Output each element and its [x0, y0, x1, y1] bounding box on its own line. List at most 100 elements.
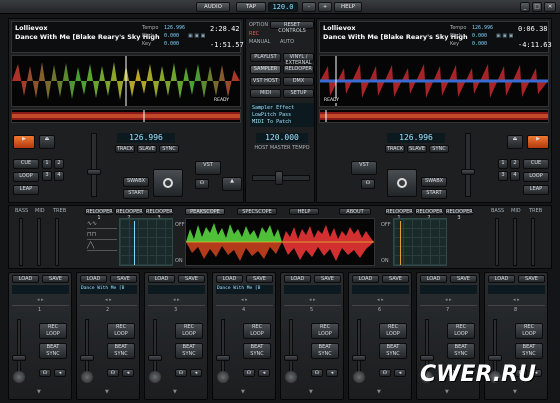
- bpm-plus-button[interactable]: +: [318, 2, 332, 12]
- channel-rec-loop-button[interactable]: REC LOOP: [107, 323, 135, 339]
- eq-right-bass-slider[interactable]: [495, 218, 499, 266]
- channel-save-button[interactable]: SAVE: [450, 275, 477, 283]
- specscope-tab[interactable]: SPECSCOPE: [237, 208, 277, 215]
- channel-volume-handle[interactable]: [216, 355, 230, 361]
- right-relooper-3-tab[interactable]: RELOOPER 3: [445, 208, 473, 221]
- deck-right-track-button[interactable]: TRACK: [385, 145, 405, 153]
- deck-left-slave-button[interactable]: SLAVE: [137, 145, 157, 153]
- channel-arrows-icon[interactable]: ◂ ▸: [513, 297, 520, 303]
- eq-left-mid-slider[interactable]: [37, 218, 41, 266]
- channel-volume-handle[interactable]: [284, 355, 298, 361]
- channel-arrows-icon[interactable]: ◂ ▸: [241, 297, 248, 303]
- triangle-shape-icon[interactable]: ╱╲: [87, 242, 117, 251]
- channel-beat-sync-button[interactable]: BEAT SYNC: [515, 343, 543, 359]
- right-relooper-1-tab[interactable]: RELOOPER 1: [385, 208, 413, 221]
- channel-arrows-icon[interactable]: ◂ ▸: [37, 297, 44, 303]
- channel-volume-slider[interactable]: [289, 319, 293, 373]
- menu-sampler-button[interactable]: SAMPLER: [250, 65, 281, 74]
- deck-right-scratch-button[interactable]: [387, 169, 417, 197]
- channel-play-knob[interactable]: [353, 371, 365, 383]
- menu-vst-host-button[interactable]: VST HOST: [250, 77, 281, 86]
- menu-playlist-button[interactable]: PLAYLIST: [250, 53, 281, 62]
- reset-controls-button[interactable]: RESET CONTROLS: [270, 21, 314, 34]
- deck-left-scratch-button[interactable]: [153, 169, 183, 197]
- channel-beat-sync-button[interactable]: BEAT SYNC: [39, 343, 67, 359]
- channel-headphone-button[interactable]: ☊: [107, 369, 119, 377]
- deck-left-vst-button[interactable]: VST: [195, 161, 221, 175]
- channel-rec-loop-button[interactable]: REC LOOP: [447, 323, 475, 339]
- deck-right-pitch-slider-handle[interactable]: [461, 169, 475, 175]
- maximize-button[interactable]: □: [532, 2, 542, 12]
- deck-left-sync-button[interactable]: SYNC: [159, 145, 179, 153]
- deck-right-pad-2[interactable]: 2: [510, 159, 520, 169]
- channel-volume-handle[interactable]: [352, 355, 366, 361]
- deck-right-waveform[interactable]: READY: [319, 55, 549, 107]
- wave-shape-icon[interactable]: ∿∿: [87, 220, 117, 229]
- eq-right-mid-slider[interactable]: [513, 218, 517, 266]
- deck-left-pad-2[interactable]: 2: [54, 159, 64, 169]
- channel-headphone-button[interactable]: ☊: [175, 369, 187, 377]
- channel-arrows-icon[interactable]: ◂ ▸: [173, 297, 180, 303]
- deck-right-swab-button[interactable]: SWABX: [421, 177, 447, 187]
- peakscope-tab[interactable]: PEAKSCOPE: [185, 208, 225, 215]
- channel-beat-sync-button[interactable]: BEAT SYNC: [243, 343, 271, 359]
- deck-left-swab-button[interactable]: SWABX: [123, 177, 149, 187]
- channel-play-knob[interactable]: [13, 371, 25, 383]
- channel-save-button[interactable]: SAVE: [42, 275, 69, 283]
- channel-save-button[interactable]: SAVE: [382, 275, 409, 283]
- deck-left-track-button[interactable]: TRACK: [115, 145, 135, 153]
- channel-rec-loop-button[interactable]: REC LOOP: [39, 323, 67, 339]
- deck-right-start-button[interactable]: START: [421, 189, 447, 199]
- channel-speaker-button[interactable]: ◂: [394, 369, 406, 377]
- channel-load-button[interactable]: LOAD: [216, 275, 243, 283]
- channel-save-button[interactable]: SAVE: [518, 275, 545, 283]
- channel-load-button[interactable]: LOAD: [80, 275, 107, 283]
- channel-arrows-icon[interactable]: ◂ ▸: [105, 297, 112, 303]
- channel-volume-handle[interactable]: [12, 355, 26, 361]
- left-relooper-1-tab[interactable]: RELOOPER 1: [85, 208, 113, 221]
- crossfader-handle[interactable]: [275, 171, 283, 185]
- menu-dmx-button[interactable]: DMX: [283, 77, 314, 86]
- square-shape-icon[interactable]: ⊓⊓: [87, 231, 117, 240]
- channel-headphone-button[interactable]: ☊: [379, 369, 391, 377]
- channel-speaker-button[interactable]: ◂: [326, 369, 338, 377]
- deck-right-loop-button[interactable]: LOOP: [523, 172, 549, 182]
- deck-right-vst-button[interactable]: VST: [351, 161, 377, 175]
- deck-right-pad-3[interactable]: 3: [498, 171, 508, 181]
- deck-right-pad-1[interactable]: 1: [498, 159, 508, 169]
- deck-left-start-button[interactable]: START: [123, 189, 149, 199]
- channel-headphone-button[interactable]: ☊: [39, 369, 51, 377]
- channel-load-button[interactable]: LOAD: [284, 275, 311, 283]
- deck-right-pad-4[interactable]: 4: [510, 171, 520, 181]
- left-assign-button[interactable]: ▲: [222, 177, 242, 191]
- deck-left-pitch-slider-handle[interactable]: [87, 169, 101, 175]
- deck-left-pad-4[interactable]: 4: [54, 171, 64, 181]
- channel-save-button[interactable]: SAVE: [314, 275, 341, 283]
- audio-button[interactable]: AUDIO: [196, 2, 230, 12]
- eq-left-treb-slider[interactable]: [55, 218, 59, 266]
- deck-right-cue-button[interactable]: CUE: [523, 159, 549, 169]
- eq-right-treb-slider[interactable]: [531, 218, 535, 266]
- deck-left-headphone-button[interactable]: ☊: [195, 179, 209, 189]
- channel-save-button[interactable]: SAVE: [110, 275, 137, 283]
- channel-load-button[interactable]: LOAD: [148, 275, 175, 283]
- deck-left-waveform[interactable]: READY: [11, 55, 241, 107]
- channel-speaker-button[interactable]: ◂: [258, 369, 270, 377]
- channel-speaker-button[interactable]: ◂: [190, 369, 202, 377]
- help-tab[interactable]: HELP: [289, 208, 319, 215]
- channel-rec-loop-button[interactable]: REC LOOP: [515, 323, 543, 339]
- left-relooper-2-tab[interactable]: RELOOPER 2: [115, 208, 143, 221]
- channel-volume-slider[interactable]: [85, 319, 89, 373]
- deck-left-cue-button[interactable]: CUE: [13, 159, 39, 169]
- left-relooper-3-tab[interactable]: RELOOPER 3: [145, 208, 173, 221]
- channel-volume-handle[interactable]: [148, 355, 162, 361]
- right-fx-xy-pad[interactable]: [393, 218, 447, 266]
- deck-left-loop-button[interactable]: LOOP: [13, 172, 39, 182]
- right-relooper-2-tab[interactable]: RELOOPER 2: [415, 208, 443, 221]
- deck-right-headphone-button[interactable]: ☊: [361, 179, 375, 189]
- channel-volume-handle[interactable]: [488, 355, 502, 361]
- channel-rec-loop-button[interactable]: REC LOOP: [175, 323, 203, 339]
- menu-vinyl-button[interactable]: VINYL / EXTERNAL: [283, 53, 314, 66]
- about-tab[interactable]: ABOUT: [339, 208, 371, 215]
- deck-left-pad-1[interactable]: 1: [42, 159, 52, 169]
